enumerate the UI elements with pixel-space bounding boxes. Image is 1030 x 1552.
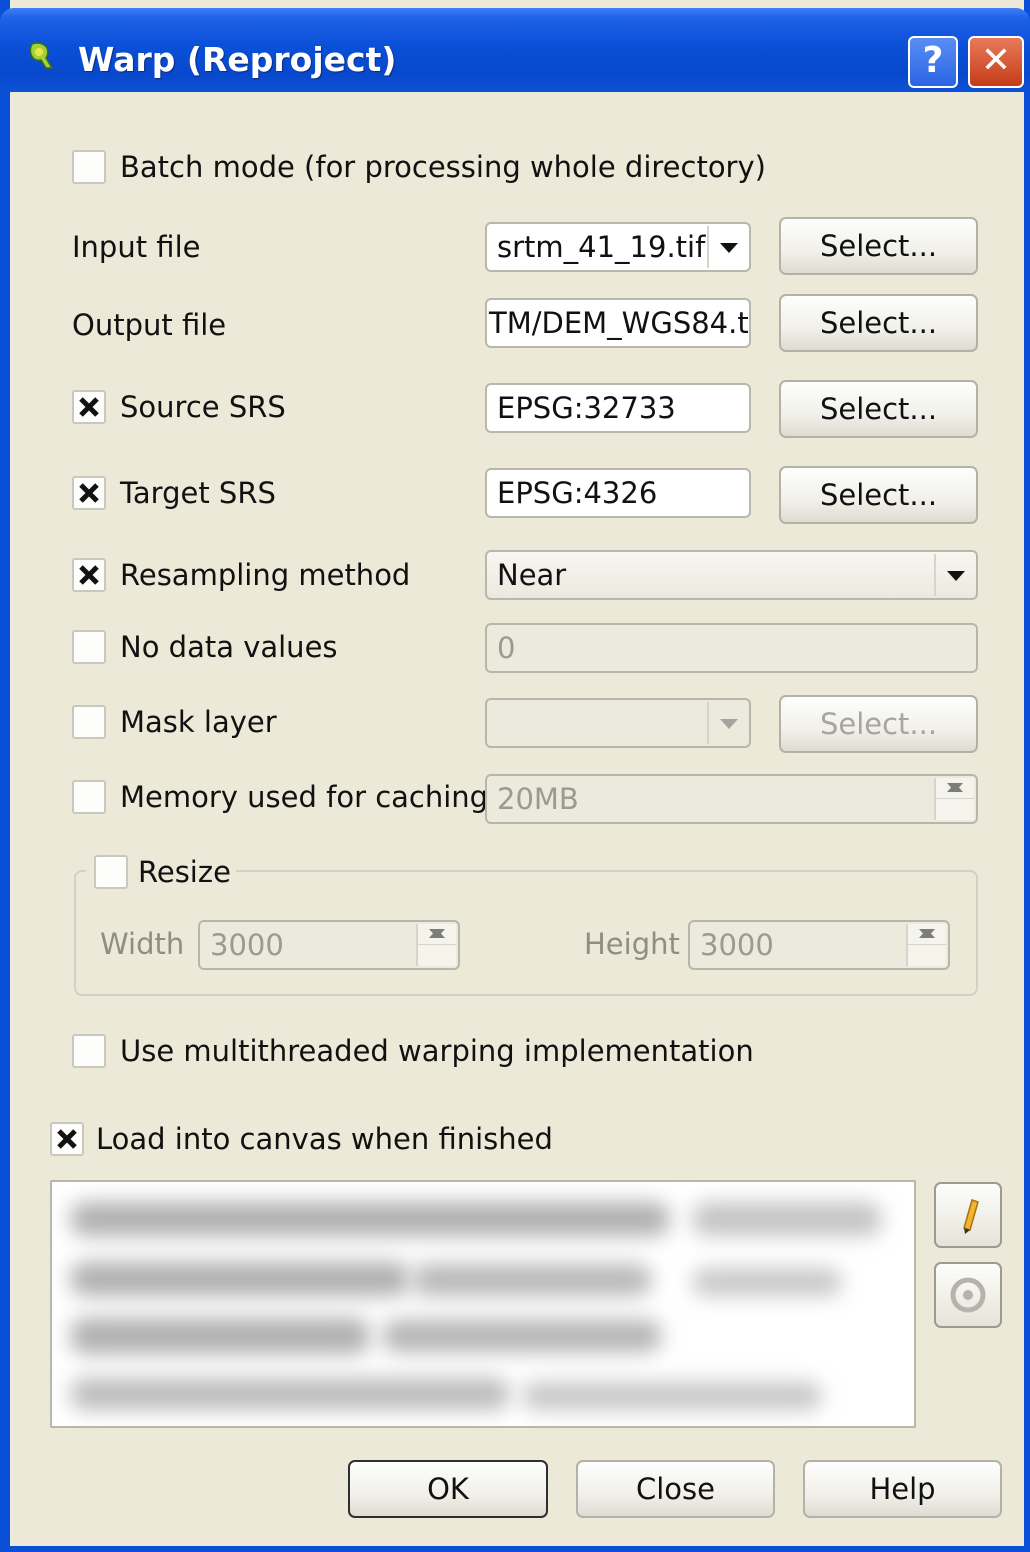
width-label: Width (100, 927, 185, 961)
memory-label: Memory used for caching (120, 780, 489, 814)
help-button[interactable]: Help (803, 1460, 1002, 1518)
reset-icon (950, 1277, 986, 1313)
mask-layer-label: Mask layer (120, 705, 277, 739)
no-data-checkbox[interactable] (72, 630, 106, 664)
resize-label: Resize (138, 855, 231, 889)
no-data-field[interactable]: 0 (485, 623, 978, 673)
resize-checkbox[interactable] (94, 855, 128, 889)
resampling-label: Resampling method (120, 558, 411, 592)
target-srs-checkbox[interactable] (72, 476, 106, 510)
input-file-value: srtm_41_19.tif (497, 230, 706, 264)
check-mark-icon (79, 397, 99, 417)
width-value: 3000 (210, 928, 284, 962)
mask-layer-combo[interactable] (485, 698, 751, 748)
chevron-down-icon[interactable] (707, 226, 747, 268)
batch-mode-checkbox[interactable] (72, 150, 106, 184)
load-canvas-checkbox[interactable] (50, 1122, 84, 1156)
window-title: Warp (Reproject) (78, 40, 397, 79)
qgis-icon (29, 42, 54, 69)
command-textbox[interactable] (50, 1180, 916, 1428)
target-srs-select-button[interactable]: Select... (779, 466, 978, 524)
output-file-label: Output file (72, 308, 227, 342)
source-srs-label: Source SRS (120, 390, 286, 424)
batch-mode-label: Batch mode (for processing whole directo… (120, 150, 766, 184)
mask-layer-select-button[interactable]: Select... (779, 695, 978, 753)
target-srs-field[interactable]: EPSG:4326 (485, 468, 751, 518)
multithread-checkbox[interactable] (72, 1034, 106, 1068)
no-data-label: No data values (120, 630, 338, 664)
spin-arrows-icon[interactable] (416, 924, 456, 966)
input-file-label: Input file (72, 230, 201, 264)
height-value: 3000 (700, 928, 774, 962)
check-mark-icon (79, 483, 99, 503)
height-spinbox[interactable]: 3000 (688, 920, 950, 970)
output-file-select-button[interactable]: Select... (779, 294, 978, 352)
memory-value: 20MB (497, 782, 579, 816)
close-title-button[interactable]: ✕ (968, 36, 1024, 88)
title-bar[interactable]: Warp (Reproject) ? ✕ (0, 8, 1030, 92)
input-file-select-button[interactable]: Select... (779, 217, 978, 275)
spin-arrows-icon[interactable] (934, 778, 974, 820)
reset-command-button[interactable] (934, 1262, 1002, 1328)
resampling-value: Near (497, 558, 567, 592)
source-srs-checkbox[interactable] (72, 390, 106, 424)
width-spinbox[interactable]: 3000 (198, 920, 460, 970)
chevron-down-icon[interactable] (707, 702, 747, 744)
target-srs-label: Target SRS (120, 476, 276, 510)
spin-arrows-icon[interactable] (906, 924, 946, 966)
check-mark-icon (57, 1129, 77, 1149)
help-title-button[interactable]: ? (908, 36, 958, 88)
close-button[interactable]: Close (576, 1460, 775, 1518)
memory-checkbox[interactable] (72, 780, 106, 814)
ok-button[interactable]: OK (348, 1460, 548, 1518)
load-canvas-label: Load into canvas when finished (96, 1122, 553, 1156)
pencil-icon (963, 1199, 979, 1234)
input-file-combo[interactable]: srtm_41_19.tif (485, 222, 751, 272)
output-file-field[interactable]: TM/DEM_WGS84.tif (485, 298, 751, 348)
memory-spinbox[interactable]: 20MB (485, 774, 978, 824)
chevron-down-icon[interactable] (934, 554, 974, 596)
resampling-checkbox[interactable] (72, 558, 106, 592)
source-srs-field[interactable]: EPSG:32733 (485, 383, 751, 433)
height-label: Height (584, 927, 680, 961)
source-srs-select-button[interactable]: Select... (779, 380, 978, 438)
edit-command-button[interactable] (934, 1182, 1002, 1248)
check-mark-icon (79, 565, 99, 585)
multithread-label: Use multithreaded warping implementation (120, 1034, 754, 1068)
mask-layer-checkbox[interactable] (72, 705, 106, 739)
resampling-combo[interactable]: Near (485, 550, 978, 600)
